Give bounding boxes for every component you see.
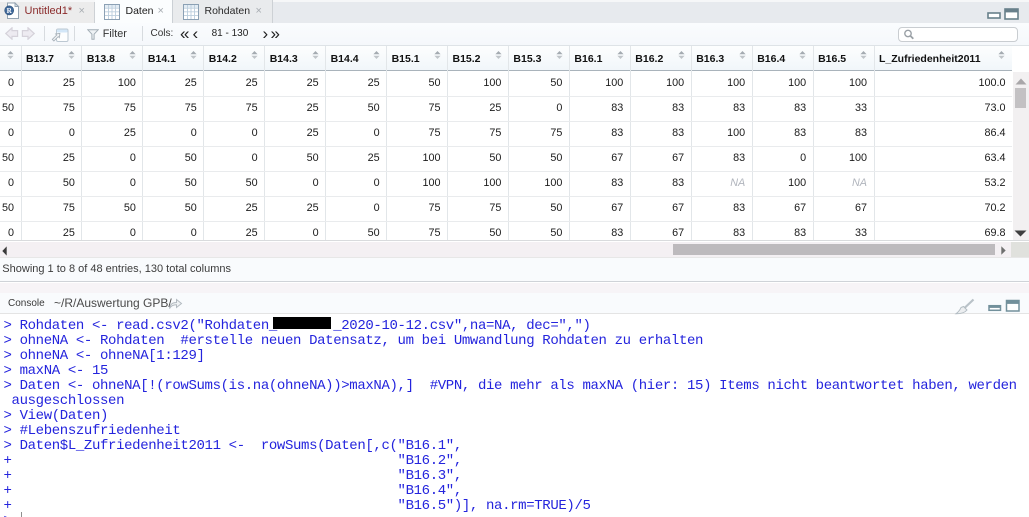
svg-text:R: R xyxy=(7,7,13,15)
